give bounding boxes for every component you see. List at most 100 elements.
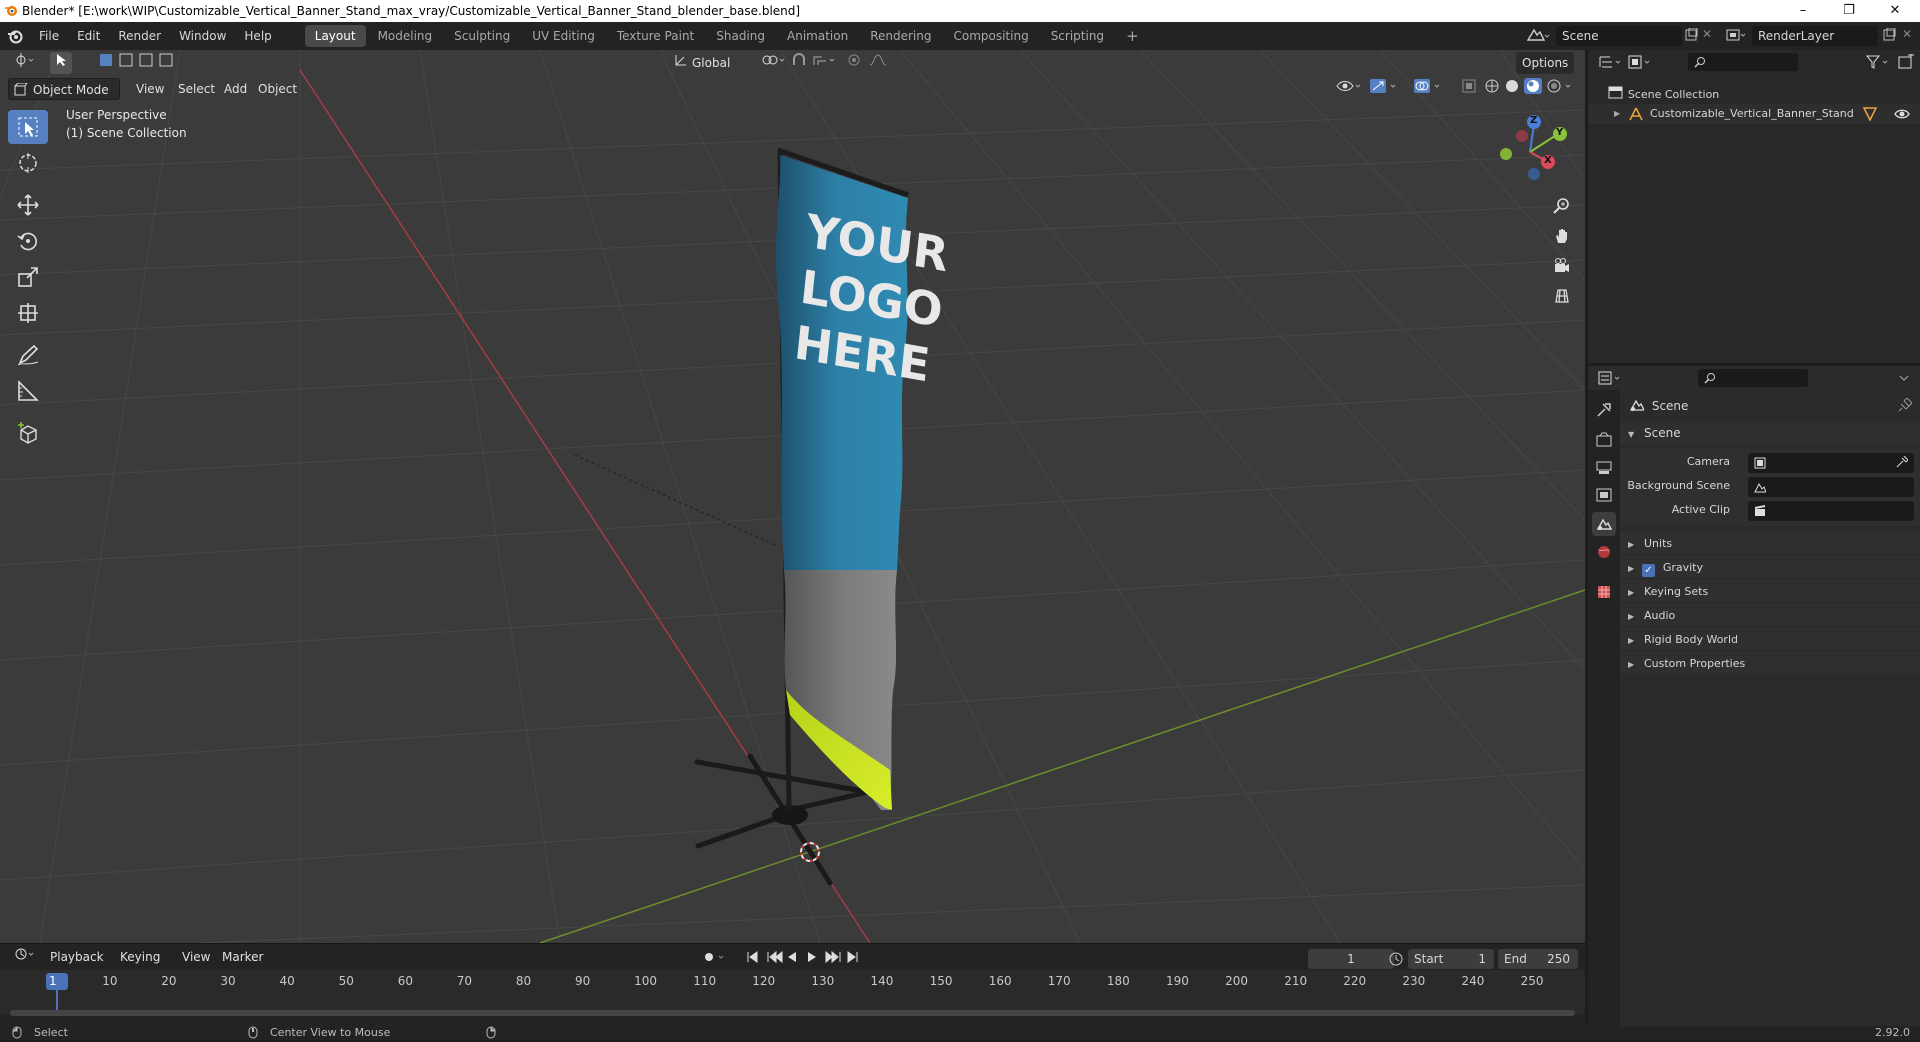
tool-annotate[interactable] — [8, 338, 48, 372]
units-panel-header[interactable]: ▶ Units — [1620, 532, 1920, 554]
scene-icon[interactable] — [1524, 26, 1550, 46]
editor-type-icon[interactable] — [8, 52, 42, 74]
remove-scene-icon[interactable]: ✕ — [1702, 27, 1712, 41]
tool-add-cube[interactable] — [8, 416, 48, 450]
properties-editor-type-icon[interactable] — [1598, 370, 1624, 389]
tab-render-icon[interactable] — [1592, 428, 1616, 452]
zoom-icon[interactable] — [1548, 192, 1576, 220]
end-frame-field[interactable]: End 250 — [1498, 949, 1578, 969]
new-view-layer-icon[interactable] — [1882, 27, 1896, 45]
timeline-menu-marker[interactable]: Marker — [216, 946, 269, 968]
preview-range-icon[interactable] — [1388, 951, 1404, 970]
pin-icon[interactable] — [1898, 397, 1913, 415]
visibility-icon[interactable] — [1330, 78, 1368, 100]
options-dropdown[interactable]: Options — [1516, 52, 1575, 74]
menu-edit[interactable]: Edit — [68, 22, 109, 50]
scene-name-field[interactable]: Scene — [1556, 26, 1682, 46]
audio-panel-header[interactable]: ▶ Audio — [1620, 604, 1920, 626]
new-scene-icon[interactable] — [1684, 27, 1698, 45]
gizmos-icon[interactable] — [1364, 78, 1406, 100]
tab-scene-icon[interactable] — [1592, 512, 1616, 536]
ortho-grid-icon[interactable] — [1548, 282, 1576, 310]
tab-texture-icon[interactable] — [1592, 580, 1616, 604]
playback-controls[interactable] — [746, 950, 866, 967]
display-mode-icon[interactable] — [1628, 54, 1654, 73]
tool-select-box[interactable] — [8, 110, 48, 144]
blender-menu-icon[interactable] — [0, 28, 30, 44]
menu-select[interactable]: Select — [172, 78, 221, 100]
menu-render[interactable]: Render — [109, 22, 170, 50]
tool-scale[interactable] — [8, 260, 48, 294]
pan-hand-icon[interactable] — [1548, 222, 1576, 250]
tool-transform[interactable] — [8, 296, 48, 330]
properties-search-input[interactable] — [1698, 369, 1808, 387]
menu-help[interactable]: Help — [235, 22, 280, 50]
timeline-editor-type-icon[interactable] — [8, 946, 42, 968]
render-layer-field[interactable]: RenderLayer — [1752, 26, 1878, 46]
tab-shading[interactable]: Shading — [706, 25, 775, 47]
gravity-checkbox[interactable]: ✓ — [1641, 564, 1655, 577]
camera-field[interactable] — [1748, 453, 1914, 473]
navigation-gizmo[interactable]: Z Y X — [1490, 112, 1570, 192]
add-workspace-button[interactable]: + — [1116, 25, 1149, 47]
custom-properties-panel-header[interactable]: ▶ Custom Properties — [1620, 652, 1920, 674]
view-layer-icon[interactable] — [1726, 27, 1748, 46]
tab-output-icon[interactable] — [1592, 456, 1616, 480]
tab-tool-icon[interactable] — [1592, 398, 1616, 422]
tab-modeling[interactable]: Modeling — [368, 25, 443, 47]
camera-view-icon[interactable] — [1548, 252, 1576, 280]
select-tool-icon[interactable] — [50, 52, 72, 74]
current-frame-field[interactable]: 1 — [1308, 949, 1394, 969]
menu-object[interactable]: Object — [252, 78, 303, 100]
eye-icon[interactable] — [1894, 106, 1910, 128]
tool-cursor[interactable] — [8, 146, 48, 180]
tab-sculpting[interactable]: Sculpting — [444, 25, 520, 47]
background-scene-field[interactable] — [1748, 477, 1914, 497]
menu-add[interactable]: Add — [218, 78, 253, 100]
outliner-item-banner-stand[interactable]: ▶ Customizable_Vertical_Banner_Stand — [1588, 104, 1920, 124]
outliner-scene-collection[interactable]: Scene Collection — [1608, 84, 1719, 104]
snap-icon[interactable] — [786, 52, 844, 74]
timeline-menu-view[interactable]: View — [176, 946, 216, 968]
modifier-filter-icon[interactable] — [1862, 106, 1878, 128]
filter-icon[interactable] — [1865, 54, 1892, 73]
eyedropper-icon[interactable] — [1896, 455, 1909, 471]
timeline-scrollbar[interactable] — [10, 1010, 1575, 1016]
timeline-track-area[interactable]: 1 10 20 30 40 50 60 70 80 90 100 110 120 130 140 150 160… — [0, 970, 1585, 1014]
gravity-panel-header[interactable]: ▶ ✓ Gravity — [1620, 556, 1920, 578]
timeline-menu-keying[interactable]: Keying — [114, 946, 166, 968]
expand-arrow-icon[interactable]: ▶ — [1614, 104, 1620, 124]
orientation-dropdown[interactable]: Global — [686, 52, 746, 74]
keying-sets-panel-header[interactable]: ▶ Keying Sets — [1620, 580, 1920, 602]
active-clip-field[interactable] — [1748, 501, 1914, 521]
selection-mode-icons[interactable] — [92, 52, 182, 74]
remove-view-layer-icon[interactable]: ✕ — [1902, 27, 1912, 41]
properties-options-icon[interactable] — [1898, 372, 1910, 387]
scene-panel-header[interactable]: ▼ Scene — [1620, 422, 1920, 444]
tab-animation[interactable]: Animation — [777, 25, 858, 47]
tab-world-icon[interactable] — [1592, 540, 1616, 564]
overlays-icon[interactable] — [1408, 78, 1450, 100]
rigid-body-world-panel-header[interactable]: ▶ Rigid Body World — [1620, 628, 1920, 650]
tab-texture-paint[interactable]: Texture Paint — [607, 25, 704, 47]
menu-window[interactable]: Window — [170, 22, 235, 50]
close-button[interactable]: ✕ — [1872, 0, 1918, 22]
maximize-button[interactable]: ❐ — [1826, 0, 1872, 22]
outliner-search-input[interactable] — [1688, 53, 1798, 71]
tool-measure[interactable] — [8, 374, 48, 408]
minimize-button[interactable]: – — [1780, 0, 1826, 22]
new-collection-icon[interactable] — [1898, 52, 1914, 73]
3d-viewport[interactable]: YOUR LOGO HERE Global Options Object Mod… — [0, 50, 1585, 943]
proportional-edit-icon[interactable] — [842, 52, 898, 74]
tab-scripting[interactable]: Scripting — [1041, 25, 1114, 47]
tab-view-layer-icon[interactable] — [1592, 484, 1616, 508]
menu-view[interactable]: View — [130, 78, 170, 100]
tab-rendering[interactable]: Rendering — [860, 25, 941, 47]
record-icon[interactable] — [702, 950, 728, 967]
shading-mode-icons[interactable] — [1478, 78, 1578, 100]
menu-file[interactable]: File — [30, 22, 68, 50]
tool-move[interactable] — [8, 188, 48, 222]
start-frame-field[interactable]: Start 1 — [1408, 949, 1494, 969]
tab-uv-editing[interactable]: UV Editing — [522, 25, 605, 47]
tab-compositing[interactable]: Compositing — [943, 25, 1038, 47]
